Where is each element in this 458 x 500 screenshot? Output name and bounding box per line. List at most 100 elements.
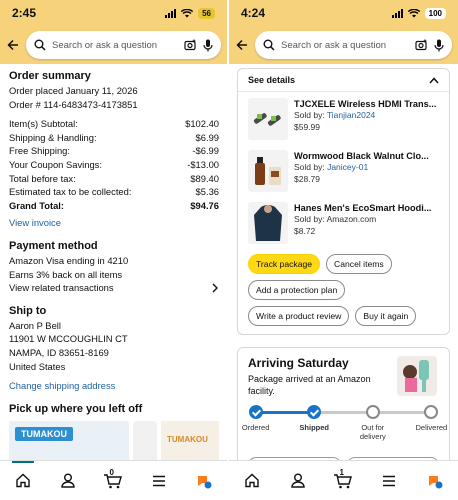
battery-indicator: 56 xyxy=(198,7,215,19)
summary-line: Total before tax: $89.40 xyxy=(9,172,219,184)
right-screen: 4:24 100 Search or ask a question See de… xyxy=(229,0,458,500)
tab-menu[interactable] xyxy=(374,469,404,493)
product-title[interactable]: TJCXELE Wireless HDMI Trans... xyxy=(294,98,439,110)
order-item[interactable]: Hanes Men's EcoSmart Hoodi... Sold by: A… xyxy=(238,196,449,248)
progress-step-label: Shipped xyxy=(299,423,329,432)
arrival-card: Arriving Saturday Package arrived at an … xyxy=(237,347,450,460)
cellular-signal-icon xyxy=(391,8,403,18)
home-icon xyxy=(245,473,259,488)
tab-home[interactable] xyxy=(8,460,38,493)
cellular-signal-icon xyxy=(165,8,177,18)
summary-line: Item(s) Subtotal: $102.40 xyxy=(9,118,219,130)
microphone-icon[interactable] xyxy=(434,39,444,52)
product-card[interactable]: TUMAKOU xyxy=(161,420,219,460)
product-card[interactable]: TUMAKOU xyxy=(9,420,129,460)
seller-line: Sold by: Amazon.com xyxy=(294,214,377,224)
tab-home[interactable] xyxy=(237,469,267,493)
order-summary-content: Order summary Order placed January 11, 2… xyxy=(0,64,227,460)
write-review-button[interactable]: Write a product review xyxy=(248,306,350,326)
view-related-transactions[interactable]: View related transactions xyxy=(9,281,219,295)
tab-menu[interactable] xyxy=(144,469,174,493)
grand-total: Grand Total: $94.76 xyxy=(9,199,219,211)
cancel-items-button[interactable]: Cancel items xyxy=(326,254,392,274)
chevron-up-icon xyxy=(429,76,439,83)
buy-it-again-button[interactable]: Buy it again xyxy=(355,306,417,326)
tab-account[interactable] xyxy=(283,469,313,493)
order-details-content: See details TJCXELE Wireless HDMI Trans.… xyxy=(229,64,458,460)
search-icon xyxy=(263,39,275,51)
progress-step-node xyxy=(248,405,263,419)
product-title[interactable]: Wormwood Black Walnut Clo... xyxy=(294,150,439,162)
order-summary-title: Order summary xyxy=(9,70,91,82)
product-card[interactable] xyxy=(133,420,157,460)
progress-step-label: Ordered xyxy=(241,423,270,432)
seller-link[interactable]: Janicey-01 xyxy=(327,162,368,172)
search-placeholder: Search or ask a question xyxy=(281,39,387,51)
status-time: 2:45 xyxy=(12,6,37,20)
ship-name: Aaron P Bell xyxy=(9,319,61,331)
product-price: $28.79 xyxy=(294,173,320,184)
wifi-icon xyxy=(181,8,194,17)
product-carousel: TUMAKOU TUMAKOU xyxy=(9,420,219,460)
left-screen: 2:45 56 Search or ask a question Order s… xyxy=(0,0,227,500)
see-details-toggle[interactable]: See details xyxy=(238,69,449,92)
camera-icon[interactable] xyxy=(415,39,428,51)
search-input[interactable]: Search or ask a question xyxy=(255,31,452,59)
summary-line: Shipping & Handling: $6.99 xyxy=(9,131,219,143)
rufus-assistant-icon xyxy=(429,475,443,488)
seller-link[interactable]: Tianjian2024 xyxy=(327,110,375,120)
summary-line: Free Shipping: -$6.99 xyxy=(9,145,219,157)
product-price: $59.99 xyxy=(294,121,320,132)
chevron-right-icon xyxy=(212,283,218,293)
add-protection-plan-button[interactable]: Add a protection plan xyxy=(248,280,346,300)
search-input[interactable]: Search or ask a question xyxy=(26,31,221,59)
back-arrow-icon[interactable] xyxy=(6,39,20,51)
progress-step-node xyxy=(365,405,380,419)
payment-method-title: Payment method xyxy=(9,239,98,252)
progress-step-label: Out for delivery xyxy=(359,423,386,441)
seller-line: Sold by: Tianjian2024 xyxy=(294,110,376,120)
view-invoice-link[interactable]: View invoice xyxy=(9,216,219,230)
camera-icon[interactable] xyxy=(184,39,197,51)
action-row: Track package Cancel items xyxy=(238,254,449,274)
product-thumbnail xyxy=(248,150,288,192)
tab-cart[interactable]: 1 xyxy=(328,467,358,493)
order-item[interactable]: Wormwood Black Walnut Clo... Sold by: Ja… xyxy=(238,144,449,196)
action-row: Add a protection plan xyxy=(238,280,449,300)
product-title[interactable]: Hanes Men's EcoSmart Hoodi... xyxy=(294,202,439,214)
pickup-title: Pick up where you left off xyxy=(9,402,143,415)
product-price: $8.72 xyxy=(294,225,316,236)
progress-step-label: Delivered xyxy=(415,423,448,432)
tab-account[interactable] xyxy=(53,469,83,493)
order-item[interactable]: TJCXELE Wireless HDMI Trans... Sold by: … xyxy=(238,92,449,144)
microphone-icon[interactable] xyxy=(203,39,213,52)
person-icon xyxy=(290,473,305,488)
home-icon xyxy=(15,473,30,488)
status-bar: 4:24 100 xyxy=(229,0,458,26)
tab-rufus[interactable] xyxy=(189,469,219,493)
summary-line: Estimated tax to be collected: $5.36 xyxy=(9,186,219,198)
delivery-photo-thumbnail[interactable] xyxy=(397,356,437,396)
cart-count: 1 xyxy=(339,467,344,477)
product-thumbnail xyxy=(248,202,288,244)
search-icon xyxy=(34,39,46,51)
back-arrow-icon[interactable] xyxy=(235,39,249,51)
ship-country: United States xyxy=(9,360,66,372)
ship-to-title: Ship to xyxy=(9,304,47,317)
order-items-card: See details TJCXELE Wireless HDMI Trans.… xyxy=(237,68,450,335)
payment-card: Amazon Visa ending in 4210 xyxy=(9,254,129,266)
track-package-button[interactable]: Track package xyxy=(248,254,321,274)
shipment-progress: Ordered Shipped Out for delivery Delivered xyxy=(242,403,447,455)
tab-cart[interactable]: 0 xyxy=(98,468,128,493)
menu-icon xyxy=(383,475,396,486)
ship-street: 11901 W MCCOUGHLIN CT xyxy=(9,333,128,345)
search-placeholder: Search or ask a question xyxy=(52,39,158,51)
progress-step-node xyxy=(307,405,322,419)
progress-step-node xyxy=(424,405,439,419)
change-shipping-address-link[interactable]: Change shipping address xyxy=(9,379,219,393)
menu-icon xyxy=(152,475,165,486)
tab-rufus[interactable] xyxy=(420,469,450,493)
summary-line: Your Coupon Savings: -$13.00 xyxy=(9,158,219,170)
status-time: 4:24 xyxy=(241,6,266,20)
bottom-tab-bar: 0 xyxy=(0,460,227,500)
